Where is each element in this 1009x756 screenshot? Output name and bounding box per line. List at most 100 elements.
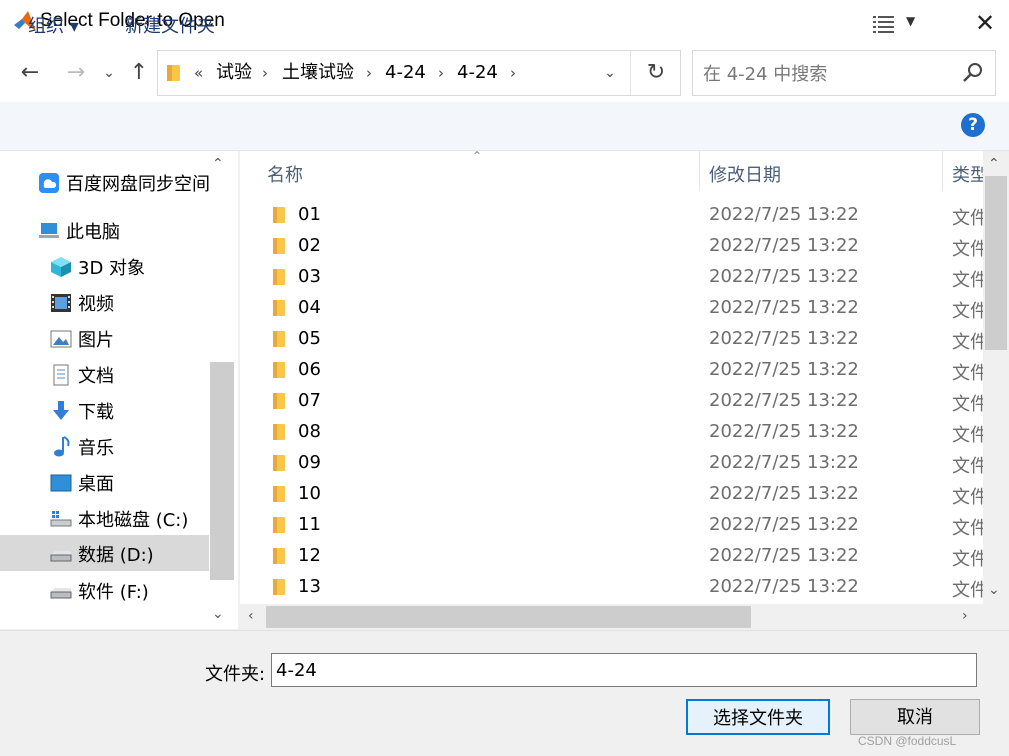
table-row[interactable]: 05 2022/7/25 13:22 文件 bbox=[240, 324, 983, 355]
this-pc-icon bbox=[39, 223, 59, 238]
sidebar-item-this-pc[interactable]: 此电脑 bbox=[0, 212, 209, 248]
sidebar-scrollbar-thumb[interactable] bbox=[210, 362, 234, 580]
vertical-scrollbar-thumb[interactable] bbox=[985, 176, 1007, 350]
command-bar bbox=[0, 102, 1009, 151]
sidebar-item-desktop[interactable]: 桌面 bbox=[0, 464, 209, 500]
file-modified-date: 2022/7/25 13:22 bbox=[709, 266, 859, 287]
folder-name-input[interactable] bbox=[271, 653, 977, 687]
table-row[interactable]: 07 2022/7/25 13:22 文件 bbox=[240, 386, 983, 417]
sidebar-item-documents[interactable]: 文档 bbox=[0, 356, 209, 392]
file-name: 02 bbox=[298, 235, 321, 256]
table-row[interactable]: 03 2022/7/25 13:22 文件 bbox=[240, 262, 983, 293]
file-type: 文件 bbox=[952, 549, 983, 570]
sidebar-item-video[interactable]: 视频 bbox=[0, 284, 209, 320]
sidebar-item-pictures[interactable]: 图片 bbox=[0, 320, 209, 356]
sidebar-item-label: 桌面 bbox=[78, 474, 114, 495]
table-row[interactable]: 13 2022/7/25 13:22 文件 bbox=[240, 572, 983, 603]
file-list: ⌃ 名称 修改日期 类型 01 2022/7/25 13:22 文件 02 2022/7… bbox=[240, 151, 983, 629]
breadcrumb-item[interactable]: 4-24 bbox=[457, 51, 498, 95]
sidebar-item-label: 音乐 bbox=[78, 438, 114, 459]
folder-icon bbox=[273, 300, 285, 316]
file-type: 文件 bbox=[952, 332, 983, 353]
refresh-icon[interactable]: ↻ bbox=[634, 51, 678, 95]
video-icon bbox=[51, 294, 71, 312]
baidu-netdisk-icon bbox=[39, 173, 59, 193]
search-icon[interactable] bbox=[959, 59, 987, 87]
file-name: 01 bbox=[298, 204, 321, 225]
file-modified-date: 2022/7/25 13:22 bbox=[709, 452, 859, 473]
view-options-icon[interactable] bbox=[872, 14, 896, 36]
sidebar-item-label: 视频 bbox=[78, 294, 114, 315]
new-folder-button[interactable]: 新建文件夹 bbox=[125, 12, 215, 38]
table-row[interactable]: 01 2022/7/25 13:22 文件 bbox=[240, 200, 983, 231]
overflow-chevron-icon[interactable]: « bbox=[194, 51, 203, 95]
table-row[interactable]: 08 2022/7/25 13:22 文件 bbox=[240, 417, 983, 448]
sidebar-item-drive-d[interactable]: 数据 (D:) bbox=[0, 535, 209, 571]
sidebar-item-music[interactable]: 音乐 bbox=[0, 428, 209, 464]
view-dropdown-icon[interactable]: ▼ bbox=[906, 14, 915, 28]
address-bar[interactable]: « 试验 › 土壤试验 › 4-24 › 4-24 › ⌄ ↻ bbox=[157, 50, 681, 96]
search-box[interactable] bbox=[692, 50, 996, 96]
scroll-right-icon[interactable]: › bbox=[962, 608, 968, 624]
search-input[interactable] bbox=[701, 59, 955, 89]
sidebar-item-3d-objects[interactable]: 3D 对象 bbox=[0, 248, 209, 284]
music-icon bbox=[54, 436, 70, 457]
column-divider[interactable] bbox=[699, 151, 700, 191]
scroll-down-icon[interactable]: ⌄ bbox=[988, 582, 1000, 598]
column-header-modified[interactable]: 修改日期 bbox=[709, 161, 781, 187]
file-modified-date: 2022/7/25 13:22 bbox=[709, 514, 859, 535]
folder-icon bbox=[273, 393, 285, 409]
file-type: 文件 bbox=[952, 239, 983, 260]
breadcrumb-item[interactable]: 4-24 bbox=[385, 51, 426, 95]
breadcrumb-chevron-icon[interactable]: › bbox=[262, 51, 268, 95]
file-modified-date: 2022/7/25 13:22 bbox=[709, 545, 859, 566]
breadcrumb-chevron-icon[interactable]: › bbox=[366, 51, 372, 95]
back-arrow-icon[interactable]: ← bbox=[14, 44, 46, 102]
recent-locations-icon[interactable]: ⌄ bbox=[98, 44, 120, 102]
breadcrumb-chevron-icon[interactable]: › bbox=[510, 51, 516, 95]
address-dropdown-icon[interactable]: ⌄ bbox=[596, 51, 624, 95]
breadcrumb-chevron-icon[interactable]: › bbox=[438, 51, 444, 95]
table-row[interactable]: 10 2022/7/25 13:22 文件 bbox=[240, 479, 983, 510]
column-divider[interactable] bbox=[942, 151, 943, 191]
up-arrow-icon[interactable]: ↑ bbox=[125, 44, 153, 102]
table-row[interactable]: 06 2022/7/25 13:22 文件 bbox=[240, 355, 983, 386]
folder-label: 文件夹: bbox=[205, 664, 266, 685]
scroll-up-icon[interactable]: ⌃ bbox=[988, 156, 1000, 172]
file-type: 文件 bbox=[952, 270, 983, 291]
file-type: 文件 bbox=[952, 208, 983, 229]
breadcrumb-item[interactable]: 试验 bbox=[216, 51, 252, 95]
file-modified-date: 2022/7/25 13:22 bbox=[709, 359, 859, 380]
sidebar-item-baidu-netdisk[interactable]: 百度网盘同步空间 bbox=[0, 164, 210, 200]
column-header-name[interactable]: 名称 bbox=[267, 161, 303, 187]
cancel-button[interactable]: 取消 bbox=[850, 699, 980, 735]
sidebar-item-download[interactable]: 下载 bbox=[0, 392, 209, 428]
select-folder-button[interactable]: 选择文件夹 bbox=[686, 699, 830, 735]
table-row[interactable]: 12 2022/7/25 13:22 文件 bbox=[240, 541, 983, 572]
column-header-type[interactable]: 类型 bbox=[952, 161, 983, 187]
folder-icon bbox=[273, 517, 285, 533]
sidebar-item-label: 百度网盘同步空间 bbox=[66, 174, 210, 195]
scroll-left-icon[interactable]: ‹ bbox=[248, 608, 254, 624]
organize-menu-button[interactable]: 组织 ▾ bbox=[28, 12, 79, 38]
folder-icon bbox=[273, 207, 285, 223]
horizontal-scrollbar-thumb[interactable] bbox=[266, 606, 751, 628]
file-name: 12 bbox=[298, 545, 321, 566]
scroll-up-icon[interactable]: ⌃ bbox=[212, 156, 224, 172]
sidebar-item-label: 此电脑 bbox=[66, 222, 120, 243]
sidebar-item-drive-f[interactable]: 软件 (F:) bbox=[0, 572, 209, 608]
table-row[interactable]: 11 2022/7/25 13:22 文件 bbox=[240, 510, 983, 541]
help-icon[interactable]: ? bbox=[961, 113, 985, 137]
close-icon[interactable]: ✕ bbox=[970, 8, 1000, 38]
navigation-bar: ← → ⌄ ↑ « 试验 › 土壤试验 › 4-24 › 4-24 › ⌄ ↻ bbox=[0, 44, 1009, 102]
folder-icon bbox=[273, 579, 285, 595]
table-row[interactable]: 02 2022/7/25 13:22 文件 bbox=[240, 231, 983, 262]
table-row[interactable]: 09 2022/7/25 13:22 文件 bbox=[240, 448, 983, 479]
table-row[interactable]: 04 2022/7/25 13:22 文件 bbox=[240, 293, 983, 324]
sidebar-item-drive-c[interactable]: 本地磁盘 (C:) bbox=[0, 500, 209, 536]
scroll-down-icon[interactable]: ⌄ bbox=[212, 606, 224, 622]
file-modified-date: 2022/7/25 13:22 bbox=[709, 297, 859, 318]
file-type: 文件 bbox=[952, 487, 983, 508]
breadcrumb-item[interactable]: 土壤试验 bbox=[282, 51, 354, 95]
forward-arrow-icon[interactable]: → bbox=[60, 44, 92, 102]
